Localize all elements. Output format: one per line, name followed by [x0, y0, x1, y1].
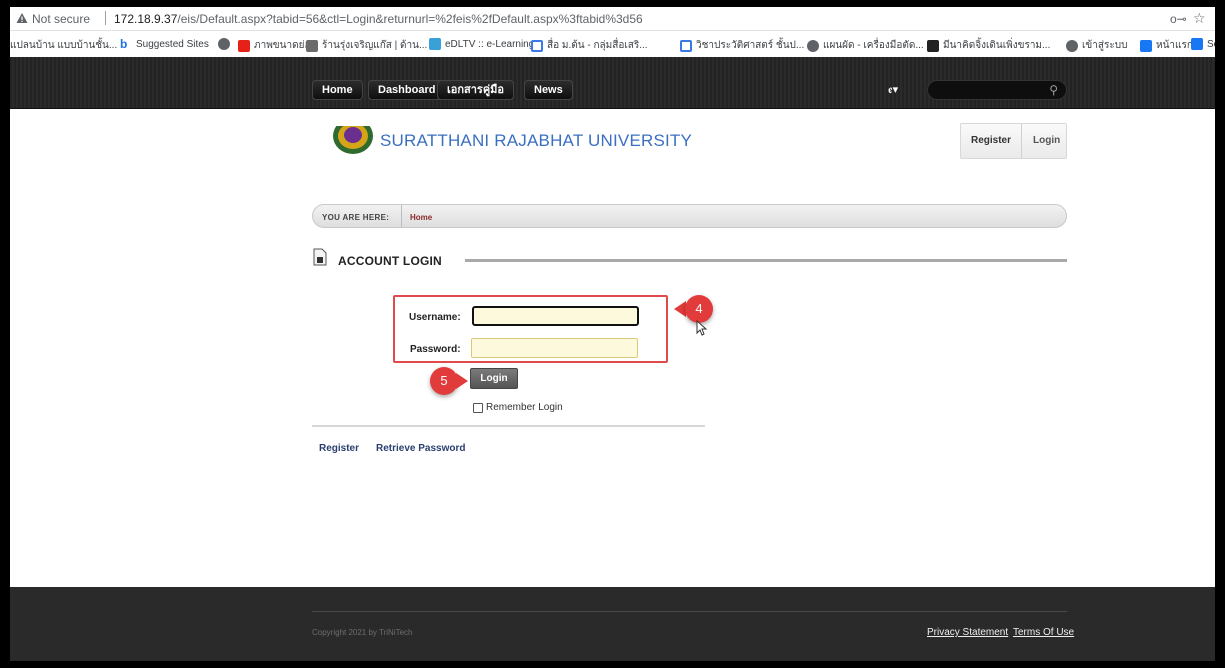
shop-icon: [306, 39, 318, 52]
address-separator: [105, 11, 106, 25]
bookmark-item[interactable]: สื่อ ม.ต้น - กลุ่มสื่อเสริ...: [531, 38, 648, 53]
header-login-link[interactable]: Login: [1033, 135, 1060, 146]
remember-login[interactable]: Remember Login: [473, 402, 563, 413]
bookmark-item[interactable]: b Suggested Sites: [120, 38, 209, 50]
annotation-pointer: [456, 373, 468, 389]
bing-icon: b: [120, 37, 128, 51]
bookmarks-bar: แปลนบ้าน แบบบ้านชั้น... b Suggested Sites…: [10, 35, 1215, 55]
bookmark-item[interactable]: มีนาคิดจิ้งเดินเพิ่งขราม...: [927, 38, 1050, 53]
remember-checkbox[interactable]: [473, 402, 483, 413]
section-rule: [465, 259, 1067, 262]
facebook-icon: [1140, 39, 1152, 52]
warning-icon: [16, 13, 28, 23]
security-label[interactable]: Not secure: [32, 12, 90, 26]
globe-icon: [218, 38, 230, 50]
footer: Copyright 2021 by TriNiTech Privacy Stat…: [10, 587, 1215, 661]
nav-dashboard[interactable]: Dashboard: [368, 80, 446, 100]
nav-home[interactable]: Home: [312, 80, 363, 100]
remember-label: Remember Login: [486, 402, 563, 413]
cursor-icon: [696, 320, 708, 336]
globe-icon: [1066, 39, 1078, 52]
section-title: ACCOUNT LOGIN: [338, 254, 442, 268]
breadcrumb: YOU ARE HERE: Home: [312, 204, 1067, 228]
main-nav: Home Dashboard เอกสารคู่มือ News ꬲ▾ ⚲: [10, 57, 1215, 109]
youtube-icon: [238, 39, 250, 52]
breadcrumb-home[interactable]: Home: [410, 213, 432, 222]
nav-manual[interactable]: เอกสารคู่มือ: [437, 80, 515, 100]
university-logo: [332, 122, 374, 154]
search-input[interactable]: ⚲: [927, 80, 1067, 100]
url-text[interactable]: 172.18.9.37/eis/Default.aspx?tabid=56&ct…: [114, 12, 643, 26]
form-divider: [312, 425, 705, 427]
globe-icon: [807, 39, 819, 52]
docs-icon: [680, 39, 692, 52]
breadcrumb-label: YOU ARE HERE:: [322, 213, 390, 222]
username-input[interactable]: [472, 306, 639, 326]
bookmark-item[interactable]: ร้านรุ่งเจริญแก๊ส | ด้าน...: [306, 38, 427, 53]
search-icon[interactable]: ⚲: [1049, 83, 1058, 97]
bookmark-item[interactable]: หน้าแรก: [1140, 38, 1193, 53]
login-button[interactable]: Login: [470, 368, 518, 389]
annotation-step-4: 4: [685, 295, 713, 323]
breadcrumb-divider: [401, 205, 402, 227]
university-name[interactable]: SURATTHANI RAJABHAT UNIVERSITY: [380, 131, 692, 151]
bookmark-item[interactable]: แปลนบ้าน แบบบ้านชั้น...: [10, 38, 117, 53]
bookmark-star-icon[interactable]: ☆: [1193, 10, 1206, 27]
register-link[interactable]: Register: [319, 443, 359, 454]
bookmark-item[interactable]: ภาพขนาดย่อ: [238, 38, 310, 53]
privacy-statement-link[interactable]: Privacy Statement: [927, 627, 1008, 638]
username-label: Username:: [409, 312, 461, 323]
retrieve-password-link[interactable]: Retrieve Password: [376, 443, 466, 454]
footer-rule: [312, 611, 1067, 612]
language-selector[interactable]: ꬲ▾: [888, 82, 924, 96]
facebook-icon: [1191, 38, 1203, 50]
annotation-step-5: 5: [430, 367, 458, 395]
browser-window: Not secure 172.18.9.37/eis/Default.aspx?…: [10, 7, 1215, 661]
key-icon[interactable]: o⊸: [1170, 12, 1187, 26]
auth-divider: [1021, 124, 1022, 158]
bookmark-item[interactable]: Sora: [1191, 38, 1215, 50]
address-bar[interactable]: Not secure 172.18.9.37/eis/Default.aspx?…: [10, 7, 1215, 31]
docs-icon: [531, 39, 543, 52]
auth-box: Register Login: [960, 123, 1067, 159]
site-icon: [927, 39, 939, 52]
bookmark-item[interactable]: [218, 38, 230, 50]
bookmark-item[interactable]: แผนผัด - เครื่องมือตัด...: [807, 38, 924, 53]
bookmark-item[interactable]: eDLTV :: e-Learning...: [429, 38, 543, 50]
bookmark-item[interactable]: เข้าสู่ระบบ: [1066, 38, 1127, 53]
password-label: Password:: [410, 344, 461, 355]
bookmark-item[interactable]: วิชาประวัติศาสตร์ ชั้นป...: [680, 38, 804, 53]
header-register-link[interactable]: Register: [971, 135, 1011, 146]
password-input[interactable]: [471, 338, 638, 358]
copyright-text: Copyright 2021 by TriNiTech: [312, 628, 413, 637]
terms-of-use-link[interactable]: Terms Of Use: [1013, 627, 1074, 638]
edltv-icon: [429, 38, 441, 50]
nav-news[interactable]: News: [524, 80, 573, 100]
document-icon: [313, 248, 327, 266]
